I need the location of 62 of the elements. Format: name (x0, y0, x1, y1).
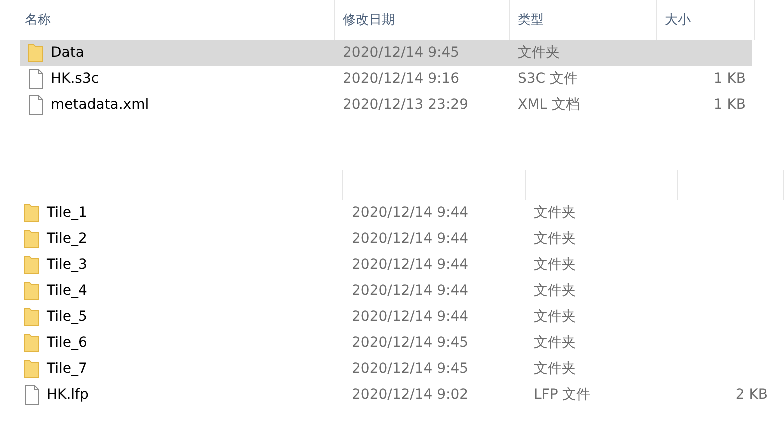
file-row[interactable]: metadata.xml 2020/12/13 23:29 XML 文档 1 KB (20, 92, 752, 118)
file-icon (28, 69, 44, 89)
file-row[interactable]: HK.s3c 2020/12/14 9:16 S3C 文件 1 KB (20, 66, 752, 92)
modified-date: 2020/12/14 9:45 (351, 361, 470, 377)
file-row[interactable]: Tile_4 2020/12/14 9:44 文件夹 (0, 278, 784, 304)
file-type: XML 文档 (517, 96, 581, 114)
modified-date: 2020/12/14 9:16 (342, 71, 461, 87)
file-row[interactable]: Data 2020/12/14 9:45 文件夹 (20, 40, 752, 66)
column-header[interactable]: 类型 (518, 11, 544, 29)
file-size: 1 KB (712, 71, 747, 87)
folder-icon (24, 359, 40, 379)
modified-date: 2020/12/14 9:44 (351, 231, 470, 247)
file-row[interactable]: Tile_6 2020/12/14 9:45 文件夹 (0, 330, 784, 356)
file-row[interactable]: Tile_2 2020/12/14 9:44 文件夹 (0, 226, 784, 252)
file-size: 1 KB (712, 97, 747, 113)
file-icon (24, 385, 40, 405)
column-header[interactable]: 修改日期 (343, 11, 395, 29)
file-row[interactable]: Tile_7 2020/12/14 9:45 文件夹 (0, 356, 784, 382)
modified-date: 2020/12/14 9:44 (351, 283, 470, 299)
file-row[interactable]: HK.lfp 2020/12/14 9:02 LFP 文件 2 KB (0, 382, 784, 408)
file-name: HK.lfp (47, 387, 89, 403)
file-name: HK.s3c (51, 71, 100, 87)
file-type: LFP 文件 (533, 386, 592, 404)
folder-icon (24, 307, 40, 327)
file-name: Tile_4 (47, 283, 88, 299)
modified-date: 2020/12/14 9:44 (351, 205, 470, 221)
folder-icon (24, 229, 40, 249)
file-name: Tile_2 (47, 231, 88, 247)
file-name: Tile_3 (47, 257, 88, 273)
file-type: 文件夹 (533, 204, 577, 222)
folder-icon (24, 333, 40, 353)
column-header[interactable]: 名称 (25, 11, 51, 29)
folder-icon (24, 281, 40, 301)
file-row[interactable]: Tile_3 2020/12/14 9:44 文件夹 (0, 252, 784, 278)
file-icon (28, 95, 44, 115)
file-type: 文件夹 (533, 360, 577, 378)
file-type: 文件夹 (533, 256, 577, 274)
modified-date: 2020/12/13 23:29 (342, 97, 470, 113)
file-row[interactable]: Tile_1 2020/12/14 9:44 文件夹 (0, 200, 784, 226)
file-name: Tile_6 (47, 335, 88, 351)
folder-icon (28, 43, 44, 63)
modified-date: 2020/12/14 9:02 (351, 387, 470, 403)
file-type: 文件夹 (533, 308, 577, 326)
column-header[interactable]: 大小 (665, 11, 691, 29)
file-name: Tile_1 (47, 205, 88, 221)
file-type: 文件夹 (533, 334, 577, 352)
file-name: Data (51, 45, 84, 61)
file-size: 2 KB (734, 387, 768, 403)
file-type: S3C 文件 (517, 70, 580, 88)
modified-date: 2020/12/14 9:45 (342, 45, 461, 61)
file-name: Tile_7 (47, 361, 88, 377)
file-type: 文件夹 (533, 230, 577, 248)
file-name: metadata.xml (51, 97, 150, 113)
modified-date: 2020/12/14 9:45 (351, 335, 470, 351)
file-row[interactable]: Tile_5 2020/12/14 9:44 文件夹 (0, 304, 784, 330)
modified-date: 2020/12/14 9:44 (351, 309, 470, 325)
file-type: 文件夹 (533, 282, 577, 300)
folder-icon (24, 255, 40, 275)
file-type: 文件夹 (517, 44, 561, 62)
modified-date: 2020/12/14 9:44 (351, 257, 470, 273)
folder-icon (24, 203, 40, 223)
file-name: Tile_5 (47, 309, 88, 325)
